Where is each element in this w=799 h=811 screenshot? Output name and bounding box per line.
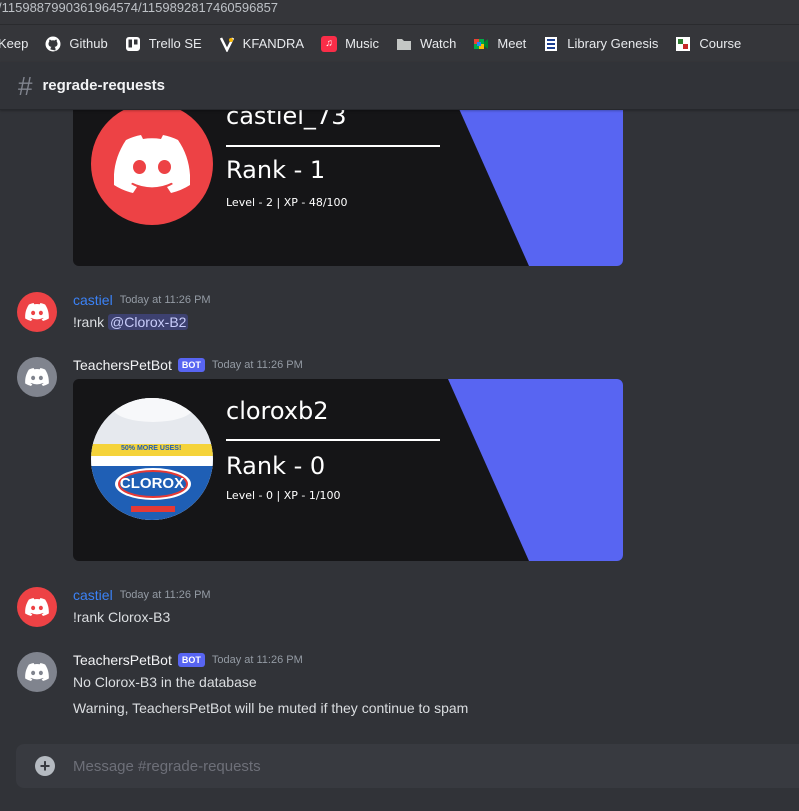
- card-rank: Rank - 1: [226, 156, 326, 184]
- add-attachment-button[interactable]: +: [35, 756, 55, 776]
- message-list[interactable]: castiel_73 Rank - 1 Level - 2 | XP - 48/…: [0, 110, 799, 738]
- music-icon: ♫: [321, 35, 338, 52]
- folder-icon: [396, 36, 412, 52]
- channel-name[interactable]: regrade-requests: [42, 77, 165, 94]
- discord-logo-icon: [25, 368, 49, 386]
- course-icon: [675, 36, 691, 52]
- bookmark-kfandra[interactable]: KFANDRA: [219, 36, 304, 52]
- avatar[interactable]: [17, 652, 57, 692]
- bookmark-label: Keep: [0, 36, 29, 51]
- username[interactable]: castiel: [73, 587, 113, 603]
- discord-logo-icon: [25, 663, 49, 681]
- card-divider: [226, 439, 440, 441]
- discord-logo-icon: [25, 598, 49, 616]
- url-text: /1159887990361964574/1159892817460596857: [0, 0, 279, 15]
- card-rank: Rank - 0: [226, 452, 326, 480]
- bookmark-watch[interactable]: Watch: [396, 36, 456, 52]
- message-meta: TeachersPetBot BOT Today at 11:26 PM: [73, 652, 303, 668]
- bookmark-label: Trello SE: [148, 36, 202, 51]
- username[interactable]: TeachersPetBot: [73, 652, 172, 668]
- message-text: No Clorox-B3 in the database: [73, 674, 257, 690]
- bookmarks-bar: Keep Github Trello SE KFANDRA ♫ Music Wa…: [0, 24, 799, 62]
- clorox-banner-text: 50% MORE USES!: [121, 445, 182, 452]
- bookmark-label: Music: [345, 36, 380, 51]
- message-input[interactable]: [73, 757, 673, 775]
- kfandra-icon: [219, 36, 235, 52]
- channel-header: # regrade-requests: [0, 62, 799, 110]
- clorox-logo-text: CLOROX: [119, 475, 185, 492]
- message-text: !rank @Clorox-B2: [73, 314, 189, 330]
- channel-hash-icon: #: [18, 70, 33, 101]
- message-meta: castiel Today at 11:26 PM: [73, 292, 211, 308]
- bookmark-trello[interactable]: Trello SE: [125, 36, 202, 52]
- bot-badge: BOT: [177, 653, 205, 667]
- avatar[interactable]: [17, 587, 57, 627]
- card-username: castiel_73: [226, 110, 347, 130]
- timestamp: Today at 11:26 PM: [211, 359, 303, 371]
- discord-logo-icon: [114, 135, 190, 193]
- discord-logo-icon: [25, 303, 49, 321]
- rank-card: 50% MORE USES! CLOROX cloroxb2 Rank - 0 …: [73, 379, 623, 561]
- username[interactable]: TeachersPetBot: [73, 357, 172, 373]
- bookmark-label: Meet: [497, 36, 527, 51]
- bookmark-library-genesis[interactable]: Library Genesis: [543, 36, 658, 52]
- bookmark-course[interactable]: Course: [675, 36, 741, 52]
- bookmark-label: Course: [699, 36, 742, 51]
- card-level: Level - 0 | XP - 1/100: [226, 489, 341, 502]
- timestamp: Today at 11:26 PM: [119, 589, 211, 601]
- bookmark-label: Watch: [420, 36, 457, 51]
- bookmark-label: Github: [69, 36, 108, 51]
- trello-icon: [125, 36, 141, 52]
- address-bar[interactable]: /1159887990361964574/1159892817460596857: [0, 0, 799, 24]
- avatar[interactable]: [17, 357, 57, 397]
- message-meta: TeachersPetBot BOT Today at 11:26 PM: [73, 357, 303, 373]
- user-mention[interactable]: @Clorox-B2: [108, 314, 189, 330]
- card-username: cloroxb2: [226, 397, 329, 425]
- clorox-bottle-icon: [91, 398, 213, 520]
- timestamp: Today at 11:26 PM: [211, 654, 303, 666]
- bot-badge: BOT: [177, 358, 205, 372]
- rank-card: castiel_73 Rank - 1 Level - 2 | XP - 48/…: [73, 110, 623, 266]
- card-avatar: 50% MORE USES! CLOROX: [91, 398, 213, 520]
- bookmark-label: Library Genesis: [567, 36, 659, 51]
- bookmark-keep[interactable]: Keep: [0, 36, 28, 51]
- github-icon: [45, 36, 61, 52]
- bookmark-label: KFANDRA: [242, 36, 305, 51]
- message-prefix: !rank: [73, 314, 109, 330]
- message-text: !rank Clorox-B3: [73, 609, 171, 625]
- card-divider: [226, 145, 440, 147]
- username[interactable]: castiel: [73, 292, 113, 308]
- message-meta: castiel Today at 11:26 PM: [73, 587, 211, 603]
- meet-icon: [473, 36, 489, 52]
- message-composer: +: [16, 744, 799, 788]
- message-text: Warning, TeachersPetBot will be muted if…: [73, 700, 469, 716]
- library-icon: [543, 36, 559, 52]
- bookmark-meet[interactable]: Meet: [473, 36, 526, 52]
- timestamp: Today at 11:26 PM: [119, 294, 211, 306]
- card-level: Level - 2 | XP - 48/100: [226, 196, 348, 209]
- bookmark-github[interactable]: Github: [45, 36, 108, 52]
- bookmark-music[interactable]: ♫ Music: [321, 35, 380, 52]
- avatar[interactable]: [17, 292, 57, 332]
